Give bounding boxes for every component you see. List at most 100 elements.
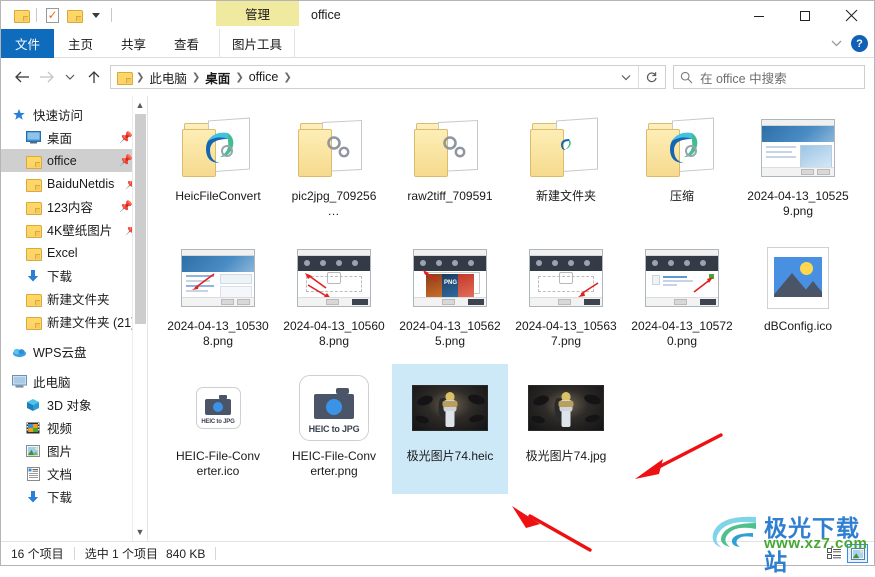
sidebar-item-excel[interactable]: Excel xyxy=(1,241,147,264)
file-item[interactable]: 新建文件夹 xyxy=(508,104,624,234)
item-count: 16 个项目 xyxy=(11,547,64,561)
folder-icon xyxy=(25,153,42,169)
navigation-pane: 快速访问 桌面 📌 office 📌 BaiduNetdis 📌 xyxy=(1,96,148,541)
sidebar-item-label: 下载 xyxy=(47,491,73,505)
file-item[interactable]: HeicFileConvert xyxy=(160,104,276,234)
tab-share[interactable]: 共享 xyxy=(107,29,160,58)
file-name: 压缩 xyxy=(669,189,694,203)
sidebar-item-new-folder[interactable]: 新建文件夹 xyxy=(1,287,147,310)
details-view-button[interactable] xyxy=(824,544,845,563)
large-icons-view-button[interactable] xyxy=(847,544,868,563)
sidebar-item-desktop[interactable]: 桌面 📌 xyxy=(1,126,147,149)
sidebar-group-quick-access[interactable]: 快速访问 xyxy=(1,103,147,126)
file-name: pic2jpg_709256… xyxy=(291,189,377,218)
star-icon xyxy=(11,107,27,123)
up-button[interactable] xyxy=(82,65,106,89)
quick-access-toolbar xyxy=(1,4,116,26)
sidebar-item-123content[interactable]: 123内容 📌 xyxy=(1,195,147,218)
address-path-box[interactable]: ❯ 此电脑 ❯ 桌面 ❯ office ❯ xyxy=(110,65,666,89)
file-name: 新建文件夹 xyxy=(535,189,596,203)
file-item-selected[interactable]: 极光图片74.heic xyxy=(392,364,508,494)
file-item[interactable]: PNG 2024-04-13_105625.png xyxy=(392,234,508,364)
file-name: 极光图片74.jpg xyxy=(525,449,607,463)
sidebar-item-pictures[interactable]: 图片 xyxy=(1,439,147,462)
folder-gear-icon xyxy=(412,110,488,186)
back-button[interactable] xyxy=(10,65,34,89)
breadcrumb-this-pc[interactable]: 此电脑 xyxy=(145,68,191,87)
sidebar-item-videos[interactable]: 视频 xyxy=(1,416,147,439)
tab-picture-tools[interactable]: 图片工具 xyxy=(219,29,296,58)
selection-info: 选中 1 个项目 xyxy=(84,547,159,561)
sidebar-item-documents[interactable]: 文档 xyxy=(1,462,147,485)
maximize-button[interactable] xyxy=(782,1,828,30)
chevron-down-icon[interactable] xyxy=(830,37,843,51)
tab-home[interactable]: 主页 xyxy=(54,29,107,58)
file-name: HEIC-File-Conv erter.ico xyxy=(175,449,260,478)
file-item[interactable]: 2024-04-13_105608.png xyxy=(276,234,392,364)
image-thumbnail xyxy=(180,240,256,316)
file-item[interactable]: 2024-04-13_105259.png xyxy=(740,104,856,234)
file-item[interactable]: 极光图片74.jpg xyxy=(508,364,624,494)
documents-icon xyxy=(25,466,41,482)
pictures-icon xyxy=(25,443,41,459)
sidebar-item-label: BaiduNetdis xyxy=(47,176,115,191)
breadcrumb-office[interactable]: office xyxy=(245,70,283,84)
address-bar: ❯ 此电脑 ❯ 桌面 ❯ office ❯ 在 office 中搜索 xyxy=(1,58,874,96)
file-item[interactable]: 2024-04-13_105637.png xyxy=(508,234,624,364)
sidebar-item-label: 新建文件夹 (21) xyxy=(47,316,136,330)
new-folder-icon[interactable] xyxy=(63,4,85,26)
sidebar-item-4k-wallpaper[interactable]: 4K壁纸图片 📌 xyxy=(1,218,147,241)
sidebar-item-office[interactable]: office 📌 xyxy=(1,149,147,172)
picture-tools-context-group[interactable]: 管理 xyxy=(216,1,299,26)
file-item[interactable]: 2024-04-13_105308.png xyxy=(160,234,276,364)
file-grid: HeicFileConvert pic2jpg_709256 … raw2tif… xyxy=(160,104,874,494)
pin-icon[interactable]: 📌 xyxy=(119,131,133,144)
file-item[interactable]: HEIC to JPG HEIC-File-Conv erter.ico xyxy=(160,364,276,494)
pin-icon[interactable]: 📌 xyxy=(119,200,133,213)
videos-icon xyxy=(25,420,41,436)
sidebar-item-label: office xyxy=(47,153,77,168)
close-button[interactable] xyxy=(828,1,874,30)
file-item[interactable]: dBConfig.ico xyxy=(740,234,856,364)
sidebar-item-downloads-pc[interactable]: 下载 xyxy=(1,485,147,508)
file-item[interactable]: raw2tiff_709591 xyxy=(392,104,508,234)
sidebar-item-wps-cloud[interactable]: WPS云盘 xyxy=(1,340,147,363)
refresh-icon[interactable] xyxy=(639,66,663,88)
search-icon xyxy=(680,71,693,83)
sidebar-item-label: 图片 xyxy=(47,445,73,459)
file-item[interactable]: HEIC to JPG HEIC-File-Conv erter.png xyxy=(276,364,392,494)
sidebar-group-label: 快速访问 xyxy=(33,109,84,123)
file-item[interactable]: 压缩 xyxy=(624,104,740,234)
sidebar-item-this-pc[interactable]: 此电脑 xyxy=(1,370,147,393)
sidebar-item-new-folder-21[interactable]: 新建文件夹 (21) xyxy=(1,310,147,333)
sidebar-item-downloads[interactable]: 下载 xyxy=(1,264,147,287)
image-thumbnail xyxy=(760,110,836,186)
scroll-up-icon[interactable]: ▲ xyxy=(136,96,145,114)
scrollbar-thumb[interactable] xyxy=(135,114,146,324)
sidebar-item-label: WPS云盘 xyxy=(33,346,87,360)
scroll-down-icon[interactable]: ▼ xyxy=(136,523,145,541)
tab-file[interactable]: 文件 xyxy=(1,29,54,58)
download-icon xyxy=(25,268,41,284)
recent-locations-button[interactable] xyxy=(58,65,82,89)
help-icon[interactable]: ? xyxy=(851,35,868,52)
search-input[interactable]: 在 office 中搜索 xyxy=(673,65,865,89)
file-item[interactable]: 2024-04-13_105720.png xyxy=(624,234,740,364)
sidebar-item-3d-objects[interactable]: 3D 对象 xyxy=(1,393,147,416)
breadcrumb-separator: ❯ xyxy=(136,71,145,83)
file-item[interactable]: pic2jpg_709256… xyxy=(276,104,392,234)
file-list-view[interactable]: HeicFileConvert pic2jpg_709256 … raw2tif… xyxy=(148,96,874,541)
customize-dropdown-icon[interactable] xyxy=(85,4,107,26)
address-dropdown-icon[interactable] xyxy=(614,66,638,88)
breadcrumb-separator: ❯ xyxy=(235,71,244,83)
folder-icon[interactable] xyxy=(10,4,32,26)
forward-button[interactable] xyxy=(34,65,58,89)
navigation-pane-scrollbar[interactable]: ▲ ▼ xyxy=(132,96,147,541)
properties-icon[interactable] xyxy=(41,4,63,26)
divider xyxy=(73,547,75,560)
breadcrumb-desktop[interactable]: 桌面 xyxy=(201,68,234,87)
tab-view[interactable]: 查看 xyxy=(160,29,213,58)
minimize-button[interactable] xyxy=(736,1,782,30)
sidebar-item-baidunetdisk[interactable]: BaiduNetdis 📌 xyxy=(1,172,147,195)
pin-icon[interactable]: 📌 xyxy=(119,154,133,167)
